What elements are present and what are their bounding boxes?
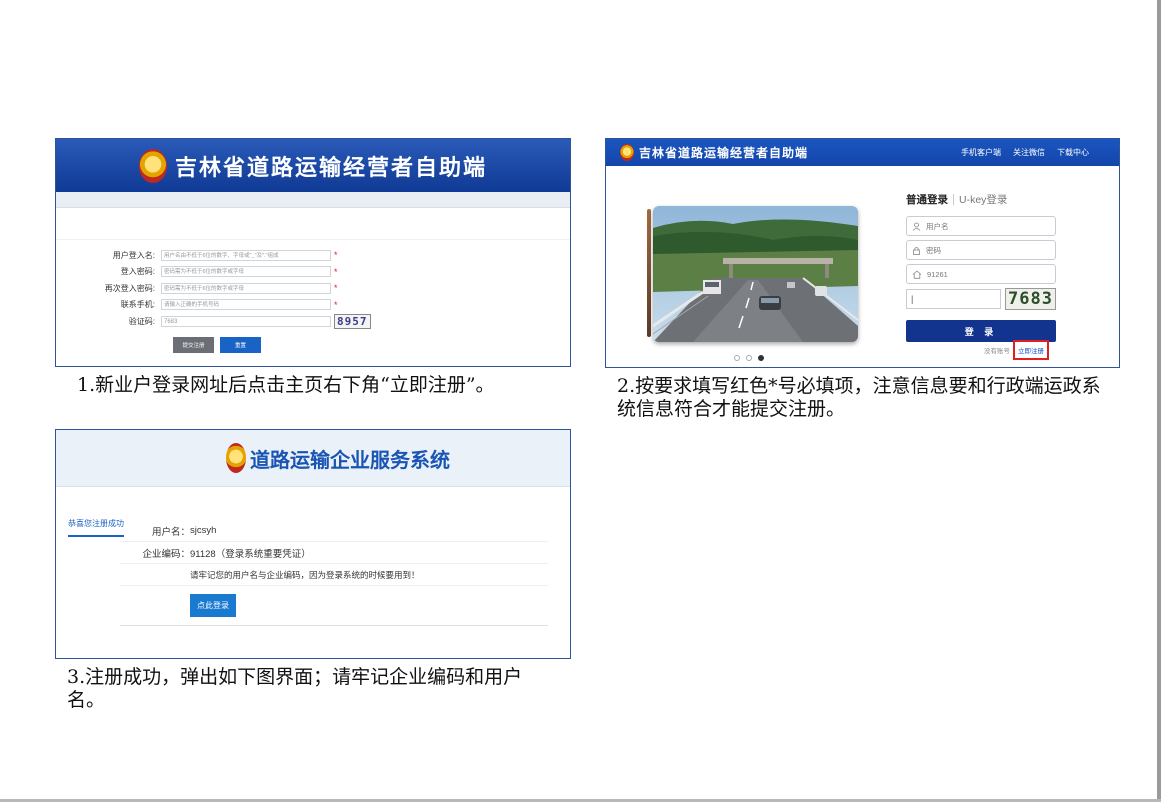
carousel-dots [734, 355, 764, 361]
screenshot-login-page: 吉林省道路运输经营者自助端 手机客户端 关注微信 下载中心 普通登录 U-key… [605, 138, 1120, 368]
enterprise-code-value: 91128（登录系统重要凭证） [190, 548, 311, 560]
nav-wechat[interactable]: 关注微信 [1013, 147, 1045, 158]
caption-step-1: 1.新业户登录网址后点击主页右下角“立即注册”。 [77, 374, 495, 396]
tab-ukey-login[interactable]: U-key登录 [959, 192, 1007, 207]
tab-registration-success[interactable]: 恭喜您注册成功 [68, 518, 124, 537]
org-code-value: 91261 [927, 269, 948, 279]
required-mark: * [334, 266, 338, 277]
register-prompt: 没有账号 立即注册 [984, 340, 1049, 360]
reset-button[interactable]: 重置 [220, 336, 261, 353]
captcha-image[interactable]: 7683 [1005, 288, 1056, 310]
username-label: 用户名： [151, 526, 190, 538]
password-field[interactable]: 密码 [906, 240, 1056, 260]
page-edge [1157, 0, 1161, 802]
username-row: 用户名： sjcsyh [120, 520, 548, 542]
captcha-row: | 7683 [906, 288, 1056, 310]
nav-mobile-client[interactable]: 手机客户端 [961, 147, 1001, 158]
field-label: 用户登入名: [112, 250, 155, 260]
field-label: 联系手机: [120, 300, 155, 310]
login-button[interactable]: 登 录 [906, 320, 1056, 342]
emblem-icon [620, 144, 634, 161]
login-here-button[interactable]: 点此登录 [190, 594, 236, 617]
field-label: 验证码: [128, 316, 155, 326]
emblem-icon [226, 443, 246, 473]
carousel-dot[interactable] [746, 355, 752, 361]
carousel-dot-active[interactable] [758, 355, 764, 361]
register-link[interactable]: 立即注册 [1013, 340, 1049, 360]
tab-divider [953, 194, 954, 205]
confirm-password-input[interactable]: 密码需为不低于6位的数字或字母 [161, 282, 331, 294]
highway-image [653, 206, 858, 342]
captcha-input[interactable]: | [906, 289, 1001, 309]
login-tabs: 普通登录 U-key登录 [906, 192, 1056, 207]
nav-download-center[interactable]: 下载中心 [1057, 147, 1089, 158]
lock-icon [913, 246, 920, 255]
spacer [56, 208, 570, 240]
highway-photo [653, 206, 858, 342]
field-label: 再次登入密码: [104, 283, 155, 293]
form-header: 吉林省道路运输经营者自助端 [56, 139, 570, 192]
submit-button[interactable]: 提交注册 [173, 336, 214, 353]
tab-normal-login[interactable]: 普通登录 [906, 192, 948, 207]
username-value: sjcsyh [190, 525, 217, 536]
username-field[interactable]: 用户名 [906, 216, 1056, 236]
no-account-text: 没有账号 [984, 348, 1010, 355]
header-band [56, 192, 570, 208]
button-row: 点此登录 [120, 586, 548, 626]
form-row: 登入密码: 密码需为不低于6位的数字或字母 * [56, 264, 570, 281]
success-header: 道路运输企业服务系统 [56, 430, 570, 487]
emblem-icon [138, 148, 167, 183]
form-buttons: 提交注册 重置 [173, 336, 570, 353]
top-nav: 手机客户端 关注微信 下载中心 [961, 147, 1119, 158]
form-row: 验证码: 7683 8957 [56, 313, 570, 330]
username-input[interactable]: 用户名由不低于6位的数字、字母或"_"及"."组成 [161, 249, 331, 261]
registration-form: 用户登入名: 用户名由不低于6位的数字、字母或"_"及"."组成 * 登入密码:… [56, 240, 570, 353]
field-label: 登入密码: [120, 267, 155, 277]
password-input[interactable]: 密码需为不低于6位的数字或字母 [161, 266, 331, 278]
captcha-image[interactable]: 8957 [334, 314, 371, 330]
login-header: 吉林省道路运输经营者自助端 手机客户端 关注微信 下载中心 [606, 139, 1119, 166]
phone-input[interactable]: 请输入正确的手机号码 [161, 299, 331, 311]
required-mark: * [334, 283, 338, 294]
form-row: 用户登入名: 用户名由不低于6位的数字、字母或"_"及"."组成 * [56, 247, 570, 264]
enterprise-code-label: 企业编码： [142, 548, 190, 560]
screenshot-registration-success: 道路运输企业服务系统 恭喜您注册成功 用户名： sjcsyh 企业编码： 911… [55, 429, 571, 659]
enterprise-code-row: 企业编码： 91128（登录系统重要凭证） [120, 542, 548, 564]
form-row: 联系手机: 请输入正确的手机号码 * [56, 297, 570, 314]
caption-step-3: 3.注册成功，弹出如下图界面；请牢记企业编码和用户名。 [67, 666, 523, 711]
org-code-field[interactable]: 91261 [906, 264, 1056, 284]
required-mark: * [334, 250, 338, 261]
system-title: 道路运输企业服务系统 [250, 447, 450, 472]
username-placeholder: 用户名 [926, 221, 949, 231]
login-title: 吉林省道路运输经营者自助端 [639, 146, 809, 160]
carousel-prev-slide [647, 209, 651, 337]
home-icon [912, 269, 922, 279]
carousel-dot[interactable] [734, 355, 740, 361]
login-panel: 普通登录 U-key登录 用户名 密码 91261 | 7683 登 录 [906, 192, 1056, 342]
screenshot-registration-form: 吉林省道路运输经营者自助端 用户登入名: 用户名由不低于6位的数字、字母或"_"… [55, 138, 571, 367]
success-details: 用户名： sjcsyh 企业编码： 91128（登录系统重要凭证） 请牢记您的用… [120, 520, 548, 626]
user-icon [912, 222, 921, 231]
captcha-input[interactable]: 7683 [161, 315, 331, 327]
required-mark: * [334, 299, 338, 310]
reminder-note: 请牢记您的用户名与企业编码，因为登录系统的时候要用到！ [120, 564, 548, 586]
form-row: 再次登入密码: 密码需为不低于6位的数字或字母 * [56, 280, 570, 297]
caption-step-2: 2.按要求填写红色*号必填项，注意信息要和行政端运政系统信息符合才能提交注册。 [617, 375, 1101, 420]
form-title: 吉林省道路运输经营者自助端 [174, 155, 487, 181]
password-placeholder: 密码 [926, 245, 941, 255]
